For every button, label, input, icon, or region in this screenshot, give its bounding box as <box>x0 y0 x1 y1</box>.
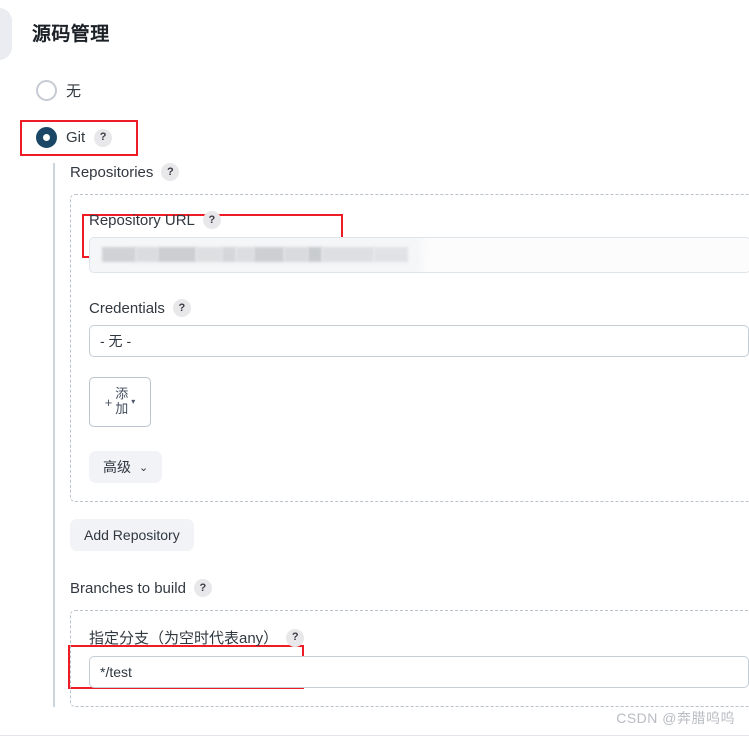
branches-section: Branches to build ? 指定分支（为空时代表any） ? */t… <box>70 579 749 707</box>
redaction-block <box>374 247 408 262</box>
advanced-button-label: 高级 <box>103 459 131 475</box>
branches-to-build-label: Branches to build <box>70 579 186 597</box>
watermark: CSDN @奔腊呜呜 <box>616 710 735 726</box>
help-icon-branches[interactable]: ? <box>193 579 212 597</box>
help-icon-repository-url[interactable]: ? <box>202 211 221 229</box>
credentials-label-row: Credentials ? <box>89 299 749 317</box>
add-label-line2: 加 <box>115 401 129 416</box>
radio-git[interactable] <box>36 127 57 148</box>
add-label-line1: 添 <box>115 386 129 402</box>
redaction-block <box>236 247 254 262</box>
redaction-block <box>308 247 322 262</box>
help-icon-repositories[interactable]: ? <box>161 163 180 181</box>
sidebar-edge-stub <box>0 8 12 60</box>
branch-specifier-input[interactable]: */test <box>89 656 749 688</box>
scm-option-none[interactable]: 无 <box>36 80 81 101</box>
branch-specifier-label-row: 指定分支（为空时代表any） ? <box>89 627 749 648</box>
caret-down-icon[interactable]: ▾ <box>131 398 135 406</box>
redaction-block <box>322 247 374 262</box>
repository-url-input[interactable] <box>89 237 749 273</box>
advanced-button-wrap: 高级 ⌄ <box>89 451 749 483</box>
git-config-section: Repositories ? Repository URL ? Credenti… <box>53 163 749 707</box>
add-credentials-button[interactable]: + 添 加 ▾ <box>89 377 151 427</box>
credentials-select[interactable]: - 无 - <box>89 325 749 357</box>
plus-icon: + <box>104 394 113 410</box>
bottom-divider <box>0 735 749 736</box>
add-repository-button[interactable]: Add Repository <box>70 519 194 551</box>
add-credentials-label: 添 加 <box>115 386 129 417</box>
scm-option-git-label: Git <box>66 129 86 146</box>
help-icon-branch-specifier[interactable]: ? <box>286 628 305 647</box>
redaction-block <box>158 247 196 262</box>
help-icon-credentials[interactable]: ? <box>172 299 191 317</box>
redaction-block <box>102 247 136 262</box>
branch-block: 指定分支（为空时代表any） ? */test <box>70 610 749 707</box>
redaction-block <box>196 247 222 262</box>
repositories-label: Repositories <box>70 163 154 181</box>
branch-specifier-label: 指定分支（为空时代表any） <box>89 630 279 647</box>
advanced-button[interactable]: 高级 ⌄ <box>89 451 163 483</box>
repository-url-label: Repository URL <box>89 211 195 229</box>
redaction-block <box>222 247 236 262</box>
chevron-down-icon: ⌄ <box>139 461 149 474</box>
help-icon-git[interactable]: ? <box>94 128 113 147</box>
scm-option-git[interactable]: Git ? <box>36 127 113 148</box>
branches-label-row: Branches to build ? <box>70 579 749 597</box>
radio-none[interactable] <box>36 80 57 101</box>
redaction-block <box>254 247 284 262</box>
scm-option-none-label: 无 <box>66 83 82 100</box>
repository-block: Repository URL ? Credentials ? - 无 - + 添… <box>70 194 749 502</box>
add-repository-wrap: Add Repository <box>70 519 749 551</box>
redaction-block <box>136 247 158 262</box>
page-title: 源码管理 <box>32 24 110 45</box>
repositories-label-row: Repositories ? <box>70 163 749 181</box>
repository-url-label-row: Repository URL ? <box>89 211 749 229</box>
credentials-label: Credentials <box>89 299 165 317</box>
redaction-block <box>284 247 308 262</box>
